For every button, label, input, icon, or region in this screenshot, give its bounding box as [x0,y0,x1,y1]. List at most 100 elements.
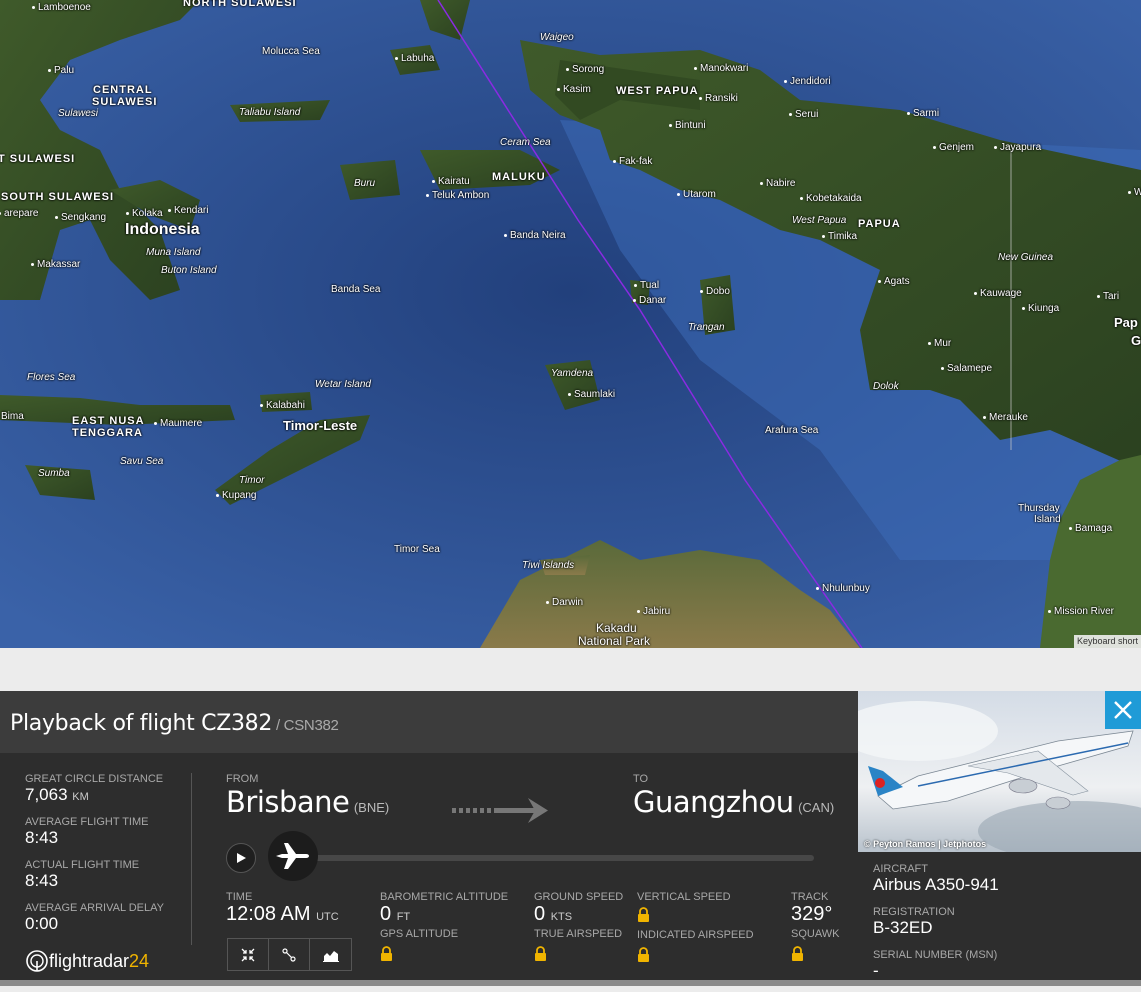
map-place-label: Sarmi [907,108,939,119]
map-place-label: Timor-Leste [283,418,358,433]
lock-icon[interactable] [791,946,804,966]
playback-panel: Playback of flight CZ382 / CSN382 © Peyt… [0,691,1141,986]
map-place-label: Manokwari [694,63,748,74]
track-value: 329° [791,903,833,925]
destination-city: Guangzhou [633,785,794,819]
ground-speed-label: GROUND SPEED [534,891,624,903]
keyboard-shortcuts-link[interactable]: Keyboard short [1073,635,1141,648]
map-place-label: SULAWESI [92,96,158,108]
map-place-label: EAST NUSA [72,415,145,427]
delay-label: AVERAGE ARRIVAL DELAY [25,902,164,914]
map-place-label: Wetar Island [315,379,371,390]
map-view[interactable]: Lamboenoe NORTH SULAWESI Molucca Sea Labuha… [0,0,1141,648]
map-place-label: Pap [1114,315,1138,330]
graph-button[interactable] [310,939,351,970]
map-place-label: Yamdena [551,368,594,379]
map-place-label: Kiunga [1022,303,1059,314]
route-icon [282,947,296,962]
lock-icon[interactable] [534,946,547,966]
origin: FROM Brisbane (BNE) [226,773,389,819]
map-place-label: Darwin [546,597,583,608]
radar-icon [26,950,48,972]
airplane-icon [276,843,309,869]
map-place-label: Tiwi Islands [522,560,575,571]
origin-city: Brisbane [226,785,350,819]
collapse-button[interactable] [228,939,269,970]
map-place-label: Arafura Sea [765,425,819,436]
map-place-label: Kupang [216,490,256,501]
logo-number: 24 [129,950,150,971]
map-place-label: Buru [354,178,376,189]
bottom-scrollbar[interactable] [0,980,1141,986]
playback-timeline[interactable] [300,855,814,861]
aircraft-photo-image [858,691,1141,852]
to-label: TO [633,773,649,785]
map-place-label: West Papua [792,215,847,226]
map-place-label: Ceram Sea [500,137,551,148]
logo-text: flightradar [49,950,130,971]
map-place-label: NORTH SULAWESI [183,0,297,9]
time-label: TIME [226,891,253,903]
map-place-label: Merauke [983,412,1028,423]
lock-icon[interactable] [380,946,393,966]
map-place-label: Genjem [933,142,974,153]
lock-icon[interactable] [637,947,650,967]
speed-column: GROUND SPEED 0 KTS TRUE AIRSPEED [534,891,623,966]
map-place-label: Jayapura [994,142,1041,153]
aircraft-type: Airbus A350-941 [873,875,999,894]
map-place-label: Kolaka [126,208,163,219]
map-place-label: Labuha [395,53,434,64]
gps-altitude-label: GPS ALTITUDE [380,928,459,940]
map-place-label: Teluk Ambon [426,190,489,201]
map-place-label: Wei [1128,187,1141,198]
map-place-label: Maumere [154,418,202,429]
altitude-column: BAROMETRIC ALTITUDE 0 FT GPS ALTITUDE [380,891,508,966]
map-place-label: Kalabahi [260,400,305,411]
map-place-label: Island [1034,514,1061,525]
map-place-label: Timor Sea [394,544,440,555]
time-readout: TIME 12:08 AM UTC [226,891,339,926]
vertical-speed-column: VERTICAL SPEED INDICATED AIRSPEED [637,891,754,967]
map-place-label: Serui [789,109,818,120]
map-place-label: Kasim [557,84,591,95]
registration-value: B-32ED [873,918,933,937]
map-place-label: Lamboenoe [32,2,91,13]
map-place-label: Kendari [168,205,208,216]
map-place-label: WEST PAPUA [616,85,699,97]
map-place-label: Utarom [677,189,716,200]
msn-label: SERIAL NUMBER (MSN) [873,949,998,961]
map-place-label: Trangan [688,322,725,333]
map-place-label: Danar [633,295,666,306]
origin-code: (BNE) [353,800,390,815]
map-place-label: arepare [0,208,38,219]
map-place-label: Bamaga [1069,523,1112,534]
map-place-label: Agats [878,276,910,287]
msn-value: - [873,961,879,980]
true-airspeed-label: TRUE AIRSPEED [534,928,623,940]
actual-time-label: ACTUAL FLIGHT TIME [25,859,140,871]
timeline-scrubber[interactable] [268,831,318,881]
flightradar24-logo[interactable]: flightradar 24 [25,949,149,973]
baro-altitude-label: BAROMETRIC ALTITUDE [380,891,509,903]
ground-speed-unit: KTS [550,911,573,923]
map-place-label: Waigeo [540,32,574,43]
flight-title: Playback of flight CZ382 [10,711,273,736]
avg-time-label: AVERAGE FLIGHT TIME [25,816,149,828]
map-place-label: Timika [822,231,857,242]
route-button[interactable] [269,939,310,970]
time-unit: UTC [316,911,339,923]
map-place-label: Banda Sea [331,284,381,295]
map-place-label: Mission River [1048,606,1114,617]
close-button[interactable] [1105,691,1141,729]
map-place-label: National Park [578,634,651,648]
play-button[interactable] [226,843,256,873]
lock-icon[interactable] [637,907,650,927]
from-label: FROM [226,773,259,785]
panel-header: Playback of flight CZ382 / CSN382 [0,691,858,753]
aircraft-photo[interactable]: © Peyton Ramos | Jetphotos [858,691,1141,852]
destination: TO Guangzhou (CAN) [633,773,834,819]
map-place-label: Muna Island [146,247,201,258]
map-place-label: Jendidori [784,76,831,87]
time-value: 12:08 AM [226,903,311,925]
map-place-label: Thursday [1018,503,1060,514]
